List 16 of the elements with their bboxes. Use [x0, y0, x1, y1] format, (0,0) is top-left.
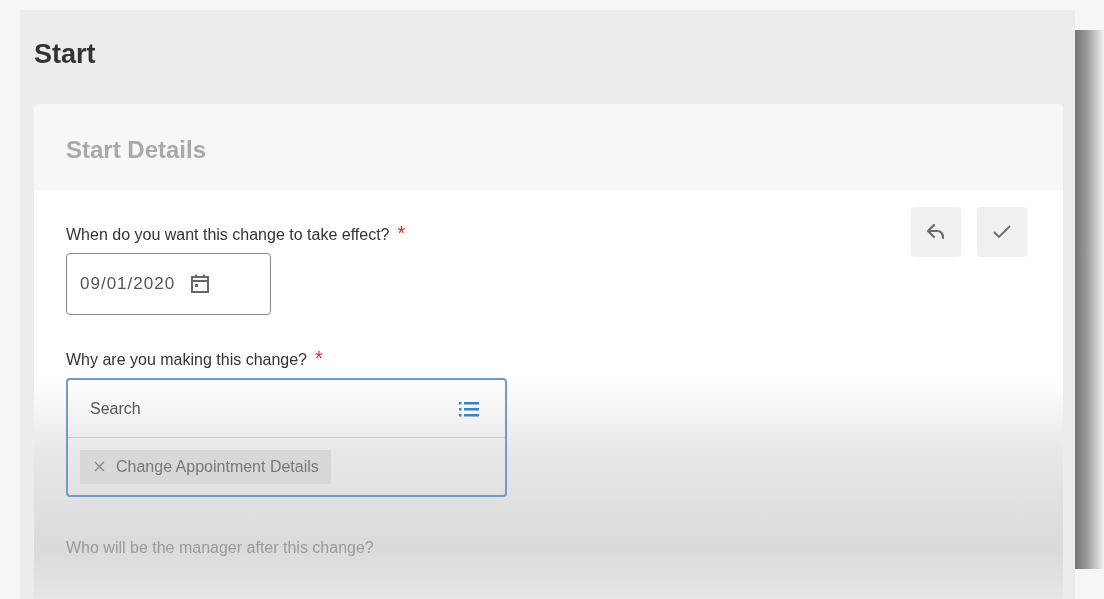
- field-label: When do you want this change to take effect?: [66, 226, 390, 244]
- date-field[interactable]: 09/01/2020: [66, 253, 271, 315]
- required-asterisk: *: [315, 347, 323, 370]
- page-title: Start: [34, 38, 97, 71]
- undo-button[interactable]: [911, 207, 961, 257]
- prompt-field[interactable]: Search Change Appointment Details: [66, 378, 507, 497]
- calendar-icon: [189, 273, 212, 295]
- field-label: Who will be the manager after this change?: [66, 539, 374, 557]
- required-asterisk: *: [397, 222, 406, 245]
- remove-icon: [94, 461, 105, 472]
- selection-pill[interactable]: Change Appointment Details: [80, 449, 331, 484]
- field-label: Why are you making this change?: [66, 351, 307, 369]
- section-title: Start Details: [66, 136, 207, 163]
- reply-arrow-icon: [926, 223, 946, 241]
- list-icon: [459, 400, 479, 417]
- checkmark-icon: [992, 224, 1012, 240]
